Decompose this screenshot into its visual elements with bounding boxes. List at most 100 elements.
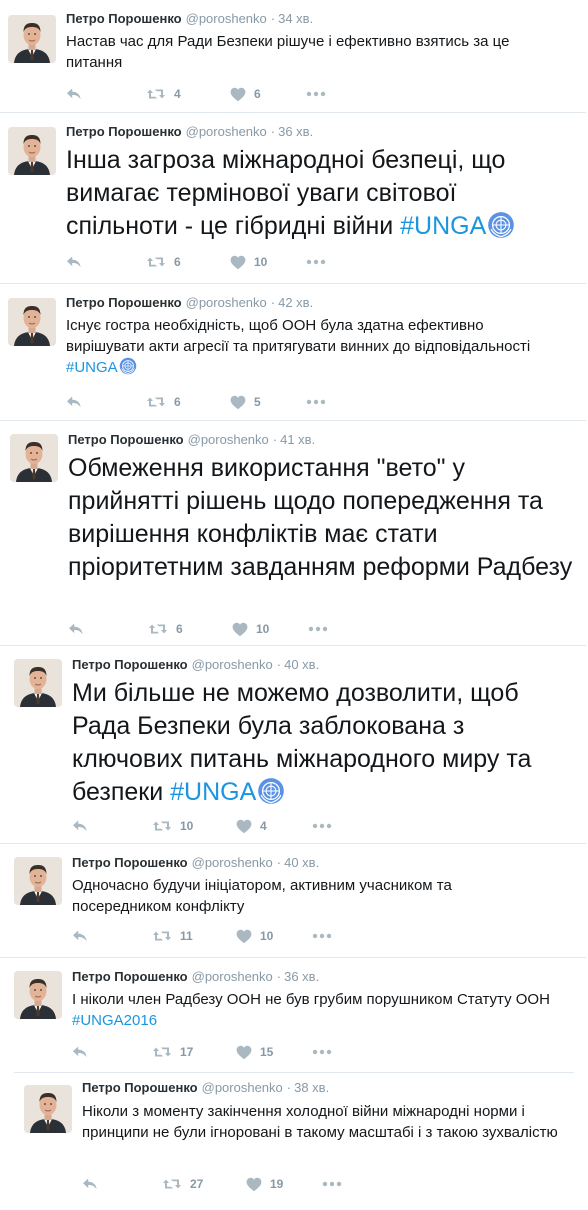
- tweet[interactable]: Петро Порошенко @poroshenko · 36 хв. І ніко…: [0, 958, 586, 1072]
- separator-dot: ·: [270, 295, 276, 310]
- timestamp[interactable]: 34 хв.: [278, 11, 313, 26]
- author-name[interactable]: Петро Порошенко: [68, 432, 184, 447]
- separator-dot: ·: [276, 855, 282, 870]
- author-name[interactable]: Петро Порошенко: [82, 1080, 198, 1095]
- more-button[interactable]: [306, 252, 326, 272]
- more-dots-icon: [322, 1181, 342, 1187]
- reply-button[interactable]: [72, 926, 88, 946]
- separator-dot: ·: [270, 11, 276, 26]
- author-name[interactable]: Петро Порошенко: [72, 657, 188, 672]
- like-button[interactable]: 15: [236, 1042, 273, 1062]
- author-handle[interactable]: @poroshenko: [192, 855, 273, 870]
- retweet-count: 6: [174, 255, 181, 269]
- tweet-actions: 6 10: [66, 252, 366, 272]
- reply-icon: [66, 87, 82, 101]
- author-name[interactable]: Петро Порошенко: [66, 11, 182, 26]
- retweet-count: 27: [190, 1177, 204, 1191]
- reply-icon: [72, 819, 88, 833]
- hashtag-link[interactable]: #UNGA: [400, 212, 486, 240]
- tweet[interactable]: Петро Порошенко @poroshenko · 41 хв. Обмеже…: [0, 421, 586, 645]
- reply-icon: [66, 255, 82, 269]
- like-button[interactable]: 10: [232, 619, 269, 639]
- author-handle[interactable]: @poroshenko: [192, 657, 273, 672]
- more-button[interactable]: [312, 926, 332, 946]
- retweet-button[interactable]: 27: [162, 1174, 203, 1194]
- retweet-button[interactable]: 10: [152, 816, 193, 836]
- retweet-button[interactable]: 11: [152, 926, 193, 946]
- timestamp[interactable]: 36 хв.: [278, 124, 313, 139]
- author-name[interactable]: Петро Порошенко: [72, 969, 188, 984]
- hashtag-link[interactable]: #UNGA2016: [72, 1012, 157, 1029]
- author-handle[interactable]: @poroshenko: [186, 11, 267, 26]
- more-button[interactable]: [308, 619, 328, 639]
- tweet-actions: 4 6: [66, 84, 366, 104]
- like-button[interactable]: 4: [236, 816, 267, 836]
- tweet[interactable]: Петро Порошенко @poroshenko · 40 хв. Одноча…: [0, 844, 586, 957]
- more-button[interactable]: [312, 816, 332, 836]
- author-name[interactable]: Петро Порошенко: [66, 295, 182, 310]
- more-button[interactable]: [306, 392, 326, 412]
- timestamp[interactable]: 42 хв.: [278, 295, 313, 310]
- tweet-text: Існує гостра необхідність, щоб ООН була …: [66, 317, 531, 376]
- author-handle[interactable]: @poroshenko: [188, 432, 269, 447]
- like-count: 10: [260, 929, 274, 943]
- retweet-button[interactable]: 4: [146, 84, 181, 104]
- like-button[interactable]: 5: [230, 392, 261, 412]
- retweet-button[interactable]: 6: [146, 252, 181, 272]
- reply-button[interactable]: [68, 619, 84, 639]
- retweet-button[interactable]: 6: [146, 392, 181, 412]
- reply-button[interactable]: [66, 252, 82, 272]
- reply-button[interactable]: [66, 84, 82, 104]
- like-count: 10: [256, 622, 270, 636]
- reply-button[interactable]: [72, 816, 88, 836]
- tweet[interactable]: Петро Порошенко @poroshenko · 34 хв. Настав…: [0, 0, 586, 112]
- like-button[interactable]: 19: [246, 1174, 283, 1194]
- reply-button[interactable]: [66, 392, 82, 412]
- like-button[interactable]: 10: [230, 252, 267, 272]
- retweet-count: 10: [180, 819, 194, 833]
- tweet-header: Петро Порошенко @poroshenko · 41 хв.: [68, 432, 315, 448]
- timestamp[interactable]: 36 хв.: [284, 969, 319, 984]
- avatar[interactable]: [14, 971, 62, 1019]
- separator-dot: ·: [272, 432, 278, 447]
- author-handle[interactable]: @poroshenko: [202, 1080, 283, 1095]
- heart-icon: [230, 255, 246, 270]
- timestamp[interactable]: 40 хв.: [284, 855, 319, 870]
- avatar[interactable]: [8, 127, 56, 175]
- tweet-text: Ми більше не можемо дозволити, щоб Рада …: [72, 679, 532, 806]
- hashtag-link[interactable]: #UNGA: [66, 359, 118, 376]
- tweet-header: Петро Порошенко @poroshenko · 42 хв.: [66, 295, 313, 311]
- more-button[interactable]: [306, 84, 326, 104]
- retweet-count: 4: [174, 87, 181, 101]
- avatar[interactable]: [8, 15, 56, 63]
- timestamp[interactable]: 38 хв.: [294, 1080, 329, 1095]
- like-count: 4: [260, 819, 267, 833]
- retweet-button[interactable]: 17: [152, 1042, 193, 1062]
- hashtag-link[interactable]: #UNGA: [170, 778, 256, 806]
- avatar[interactable]: [24, 1085, 72, 1133]
- like-button[interactable]: 10: [236, 926, 273, 946]
- retweet-button[interactable]: 6: [148, 619, 183, 639]
- avatar[interactable]: [14, 659, 62, 707]
- tweet[interactable]: Петро Порошенко @poroshenko · 40 хв. Ми біл…: [0, 646, 586, 843]
- more-button[interactable]: [322, 1174, 342, 1194]
- author-handle[interactable]: @poroshenko: [186, 295, 267, 310]
- tweet[interactable]: Петро Порошенко @poroshenko · 36 хв. Інша з…: [0, 113, 586, 283]
- reply-button[interactable]: [82, 1174, 98, 1194]
- author-name[interactable]: Петро Порошенко: [72, 855, 188, 870]
- tweet-header: Петро Порошенко @poroshenko · 40 хв.: [72, 657, 319, 673]
- avatar[interactable]: [14, 857, 62, 905]
- author-handle[interactable]: @poroshenko: [186, 124, 267, 139]
- reply-button[interactable]: [72, 1042, 88, 1062]
- avatar[interactable]: [8, 298, 56, 346]
- author-handle[interactable]: @poroshenko: [192, 969, 273, 984]
- author-name[interactable]: Петро Порошенко: [66, 124, 182, 139]
- reply-icon: [72, 1045, 88, 1059]
- like-button[interactable]: 6: [230, 84, 261, 104]
- timestamp[interactable]: 40 хв.: [284, 657, 319, 672]
- avatar[interactable]: [10, 434, 58, 482]
- tweet[interactable]: Петро Порошенко @poroshenko · 38 хв. Ніколи…: [0, 1073, 586, 1210]
- tweet[interactable]: Петро Порошенко @poroshenko · 42 хв. Існує …: [0, 284, 586, 420]
- more-button[interactable]: [312, 1042, 332, 1062]
- timestamp[interactable]: 41 хв.: [280, 432, 315, 447]
